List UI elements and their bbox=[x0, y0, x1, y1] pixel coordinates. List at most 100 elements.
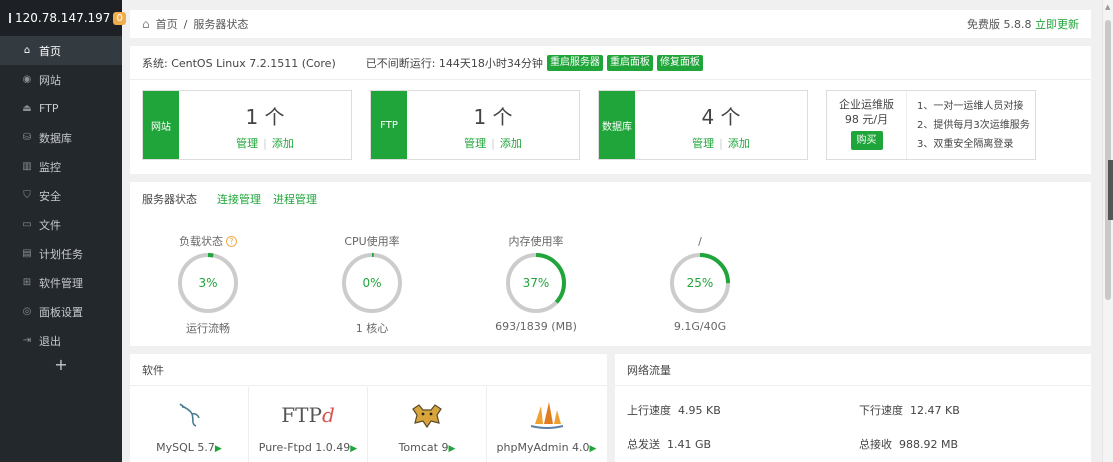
sidebar-icon: ▭ bbox=[22, 219, 32, 230]
sidebar-item-6[interactable]: ▭ 文件 bbox=[0, 210, 122, 239]
upload-label: 上行速度 bbox=[627, 404, 671, 417]
enterprise-title: 企业运维版 bbox=[839, 98, 894, 111]
sidebar-item-3[interactable]: ⛁ 数据库 bbox=[0, 123, 122, 152]
breadcrumb: ⌂ 首页 / 服务器状态 免费版 5.8.8 立即更新 bbox=[130, 10, 1091, 38]
gauge-3: / 25% 9.1G/40G bbox=[640, 234, 760, 333]
database-card-label: 数据库 bbox=[599, 91, 635, 159]
sidebar-item-label: FTP bbox=[39, 102, 59, 115]
gauge-title: 负载状态? bbox=[148, 234, 268, 248]
gauge-caption: 693/1839 (MB) bbox=[495, 320, 577, 333]
sidebar-item-10[interactable]: ⇥ 退出 bbox=[0, 326, 122, 355]
network-panel: 网络流量 上行速度 4.95 KB 下行速度 12.47 KB 总发送 1.41… bbox=[615, 354, 1091, 462]
gauge-ring[interactable]: 37% bbox=[503, 250, 569, 316]
total-sent: 总发送 1.41 GB bbox=[627, 436, 711, 452]
tomcat-name: Tomcat 9 bbox=[398, 441, 449, 454]
server-header[interactable]: 120.78.147.197 0 bbox=[0, 0, 126, 36]
main-content: ⌂ 首页 / 服务器状态 免费版 5.8.8 立即更新 系统: CentOS L… bbox=[122, 0, 1102, 462]
gauge-2: 内存使用率 37% 693/1839 (MB) bbox=[476, 234, 596, 333]
gauge-value: 25% bbox=[687, 276, 714, 290]
sidebar-icon: ⛁ bbox=[22, 132, 32, 143]
tomcat-icon bbox=[368, 395, 486, 435]
download-speed: 下行速度 12.47 KB bbox=[859, 402, 960, 418]
gauge-title-text: 负载状态 bbox=[179, 235, 223, 248]
sent-label: 总发送 bbox=[627, 438, 660, 451]
sidebar-icon: ⏏ bbox=[22, 103, 32, 114]
software-mysql[interactable]: MySQL 5.7▶ bbox=[130, 387, 249, 462]
help-icon[interactable]: ? bbox=[226, 235, 237, 247]
gauge-title-text: CPU使用率 bbox=[344, 235, 400, 248]
sidebar-item-8[interactable]: ⊞ 软件管理 bbox=[0, 268, 122, 297]
system-info-line: 系统: CentOS Linux 7.2.1511 (Core) 已不间断运行:… bbox=[130, 46, 1091, 80]
sidebar-item-label: 计划任务 bbox=[39, 247, 83, 261]
ftp-card-label: FTP bbox=[371, 91, 407, 159]
gauge-ring[interactable]: 3% bbox=[175, 250, 241, 316]
enterprise-offer: 企业运维版 98 元/月 购买 bbox=[827, 91, 907, 159]
status-header: 服务器状态 连接管理 进程管理 bbox=[130, 182, 1091, 216]
sidebar-item-label: 软件管理 bbox=[39, 276, 83, 290]
sidebar-item-label: 监控 bbox=[39, 160, 61, 174]
database-count[interactable]: 4 个 bbox=[635, 101, 807, 130]
restart-panel-button[interactable]: 重启面板 bbox=[606, 54, 653, 71]
scroll-up-icon[interactable]: ▲ bbox=[1105, 3, 1110, 11]
sidebar-item-9[interactable]: ◎ 面板设置 bbox=[0, 297, 122, 326]
ftp-card: FTP 1 个 管理 | 添加 bbox=[370, 90, 580, 160]
sidebar-item-7[interactable]: ▤ 计划任务 bbox=[0, 239, 122, 268]
gauge-1: CPU使用率 0% 1 核心 bbox=[312, 234, 432, 336]
sidebar-item-4[interactable]: ▥ 监控 bbox=[0, 152, 122, 181]
tab-connections[interactable]: 连接管理 bbox=[217, 191, 261, 207]
software-phpmyadmin[interactable]: phpMyAdmin 4.0▶ bbox=[487, 387, 606, 462]
software-pureftpd[interactable]: FTP d Pure-Ftpd 1.0.49▶ bbox=[249, 387, 368, 462]
play-icon[interactable]: ▶ bbox=[448, 444, 455, 454]
sidebar-item-2[interactable]: ⏏ FTP bbox=[0, 94, 122, 123]
ftpd-logo-text: FTP bbox=[281, 403, 322, 427]
server-status-panel: 服务器状态 连接管理 进程管理 负载状态? 3% 运行流畅 CPU使用率 0% 1 核心 内… bbox=[130, 182, 1091, 346]
gauge-caption: 9.1G/40G bbox=[673, 320, 727, 333]
version-text: 免费版 5.8.8 bbox=[967, 18, 1032, 31]
software-tomcat[interactable]: Tomcat 9▶ bbox=[368, 387, 487, 462]
sidebar-icon: ⊞ bbox=[22, 277, 32, 288]
enterprise-card: 企业运维版 98 元/月 购买 1、一对一运维人员对接 2、提供每月3次运维服务… bbox=[826, 90, 1036, 160]
sidebar-icon: ⌂ bbox=[23, 45, 31, 56]
gauge-ring[interactable]: 0% bbox=[339, 250, 405, 316]
site-card-label: 网站 bbox=[143, 91, 179, 159]
play-icon[interactable]: ▶ bbox=[215, 444, 222, 454]
ftp-actions: 管理 | 添加 bbox=[464, 137, 522, 150]
play-icon[interactable]: ▶ bbox=[350, 444, 357, 454]
restart-server-button[interactable]: 重启服务器 bbox=[546, 54, 603, 71]
software-title: 软件 bbox=[130, 354, 607, 386]
database-manage-link[interactable]: 管理 bbox=[692, 137, 714, 150]
breadcrumb-separator: / bbox=[183, 17, 188, 31]
ftpd-logo-mark: d bbox=[321, 403, 335, 427]
network-title: 网络流量 bbox=[615, 354, 1091, 386]
home-icon[interactable]: ⌂ bbox=[142, 17, 150, 31]
gauge-value: 37% bbox=[523, 276, 550, 290]
tab-processes[interactable]: 进程管理 bbox=[273, 191, 317, 207]
site-add-link[interactable]: 添加 bbox=[272, 137, 294, 150]
site-actions: 管理 | 添加 bbox=[236, 137, 294, 150]
ftp-add-link[interactable]: 添加 bbox=[500, 137, 522, 150]
gauge-ring[interactable]: 25% bbox=[667, 250, 733, 316]
side-drawer-handle[interactable] bbox=[1108, 160, 1113, 220]
buy-button[interactable]: 购买 bbox=[850, 131, 883, 150]
uptime-info: 已不间断运行: 144天18小时34分钟 bbox=[365, 56, 543, 70]
ftp-count[interactable]: 1 个 bbox=[407, 101, 579, 130]
site-count[interactable]: 1 个 bbox=[179, 101, 351, 130]
ftpd-logo-icon: FTP d bbox=[249, 395, 367, 435]
update-link[interactable]: 立即更新 bbox=[1035, 18, 1079, 31]
ftp-manage-link[interactable]: 管理 bbox=[464, 137, 486, 150]
site-manage-link[interactable]: 管理 bbox=[236, 137, 258, 150]
play-icon[interactable]: ▶ bbox=[590, 444, 597, 454]
database-add-link[interactable]: 添加 bbox=[728, 137, 750, 150]
breadcrumb-home[interactable]: 首页 bbox=[156, 16, 178, 32]
page-scrollbar[interactable]: ▲ bbox=[1102, 0, 1113, 462]
server-ip: 120.78.147.197 bbox=[15, 11, 111, 25]
add-shortcut-button[interactable]: + bbox=[0, 355, 122, 379]
sidebar-item-label: 首页 bbox=[39, 44, 61, 58]
database-actions: 管理 | 添加 bbox=[692, 137, 750, 150]
sidebar-item-0[interactable]: ⌂ 首页 bbox=[0, 36, 122, 65]
sidebar-item-5[interactable]: ⛉ 安全 bbox=[0, 181, 122, 210]
sidebar-icon: ▥ bbox=[22, 161, 32, 172]
sidebar-item-label: 安全 bbox=[39, 189, 61, 203]
sidebar-item-1[interactable]: ◉ 网站 bbox=[0, 65, 122, 94]
repair-panel-button[interactable]: 修复面板 bbox=[656, 54, 703, 71]
